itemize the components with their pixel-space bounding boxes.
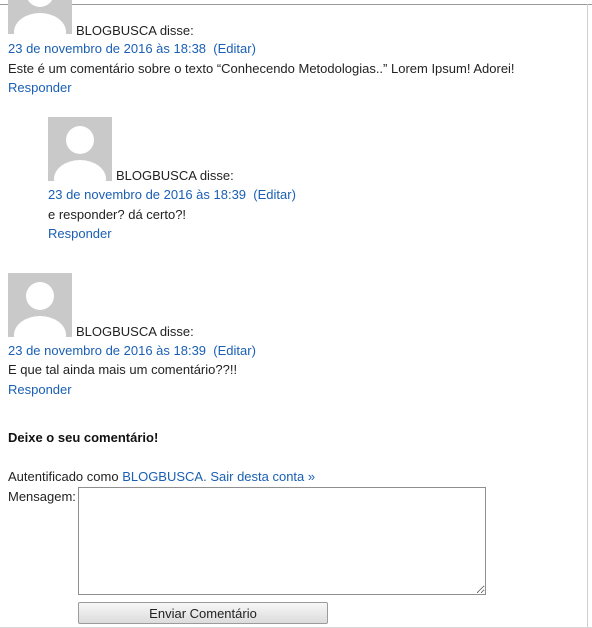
edit-link[interactable]: (Editar) (213, 343, 256, 358)
says-label: disse: (156, 324, 194, 339)
profile-link[interactable]: BLOGBUSCA (122, 469, 203, 484)
edit-link[interactable]: (Editar) (253, 187, 296, 202)
comment-date-link[interactable]: 23 de novembro de 2016 às 18:39 (48, 187, 246, 202)
message-textarea[interactable] (78, 487, 486, 595)
logged-in-prefix: Autentificado como (8, 469, 123, 484)
avatar-icon (48, 117, 112, 181)
comment-form-title: Deixe o seu comentário! (8, 430, 159, 445)
reply-link[interactable]: Responder (8, 382, 72, 398)
submit-comment-button[interactable]: Enviar Comentário (78, 602, 328, 624)
comment-date-link[interactable]: 23 de novembro de 2016 às 18:39 (8, 343, 206, 358)
comment-text: Este é um comentário sobre o texto “Conh… (8, 61, 515, 76)
comment-meta: 23 de novembro de 2016 às 18:39 (Editar) (48, 187, 296, 203)
comment-date-link[interactable]: 23 de novembro de 2016 às 18:38 (8, 41, 206, 56)
logout-link[interactable]: . Sair desta conta » (203, 469, 315, 484)
author-name: BLOGBUSCA (76, 324, 157, 339)
comment-author: BLOGBUSCA disse: (76, 324, 194, 340)
avatar-icon (8, 0, 72, 34)
comment-meta: 23 de novembro de 2016 às 18:38 (Editar) (8, 41, 256, 57)
top-divider (0, 4, 592, 5)
says-label: disse: (196, 168, 234, 183)
right-divider (587, 4, 588, 628)
reply-link[interactable]: Responder (48, 226, 112, 242)
logged-in-notice: Autentificado como BLOGBUSCA. Sair desta… (8, 469, 315, 485)
comment-author: BLOGBUSCA disse: (76, 23, 194, 39)
author-name: BLOGBUSCA (116, 168, 197, 183)
author-name: BLOGBUSCA (76, 23, 157, 38)
comment-author: BLOGBUSCA disse: (116, 168, 234, 184)
reply-link[interactable]: Responder (8, 80, 72, 96)
comment-text: e responder? dá certo?! (48, 207, 187, 222)
edit-link[interactable]: (Editar) (213, 41, 256, 56)
message-label: Mensagem: (8, 489, 76, 504)
comment-meta: 23 de novembro de 2016 às 18:39 (Editar) (8, 343, 256, 359)
says-label: disse: (156, 23, 194, 38)
comment-text: E que tal ainda mais um comentário??!! (8, 362, 238, 377)
avatar-icon (8, 273, 72, 337)
